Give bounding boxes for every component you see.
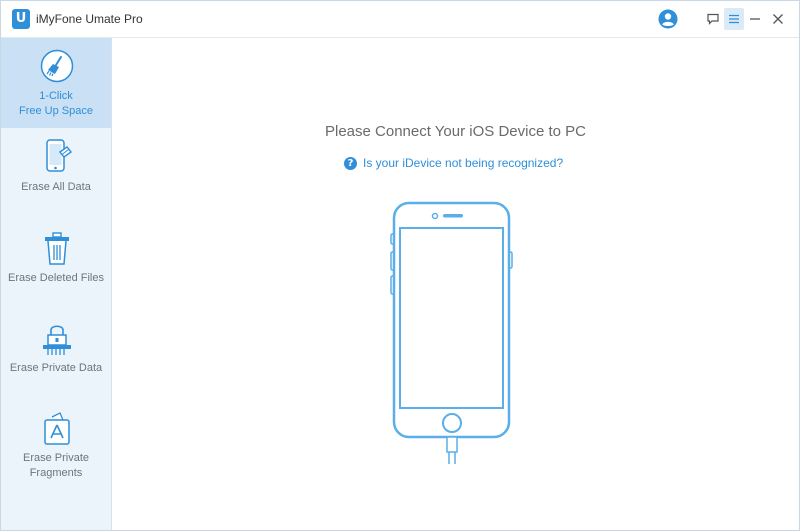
sidebar-item-label: Erase Deleted Files	[8, 272, 104, 284]
menu-button[interactable]	[724, 8, 744, 30]
hamburger-icon	[729, 14, 739, 24]
app-fragments-icon	[44, 412, 70, 445]
sidebar-item-label: Erase Private Data	[9, 362, 103, 374]
broom-icon	[40, 49, 74, 83]
feedback-button[interactable]	[704, 8, 722, 30]
page-title: Please Connect Your iOS Device to PC	[325, 123, 586, 140]
sidebar: 1-Click Free Up Space Erase All Data Era…	[1, 38, 112, 530]
trash-icon	[45, 232, 69, 265]
sidebar-item-label: Erase Private Fragments	[22, 452, 90, 479]
sidebar-item-erase-all-data[interactable]: Erase All Data	[1, 128, 111, 218]
sidebar-item-label: 1-Click Free Up Space	[19, 90, 93, 117]
question-icon: ?	[344, 156, 357, 170]
window-title: iMyFone Umate Pro	[36, 12, 143, 26]
sidebar-item-erase-private-fragments[interactable]: Erase Private Fragments	[1, 398, 111, 498]
sidebar-item-erase-deleted-files[interactable]: Erase Deleted Files	[1, 218, 111, 308]
help-link-label: Is your iDevice not being recognized?	[363, 156, 564, 170]
title-bar: U iMyFone Umate Pro	[1, 1, 799, 38]
minimize-icon	[750, 18, 760, 20]
iphone-illustration-icon	[390, 201, 513, 464]
sidebar-item-free-up-space[interactable]: 1-Click Free Up Space	[1, 38, 111, 128]
sidebar-item-erase-private-data[interactable]: Erase Private Data	[1, 308, 111, 398]
account-button[interactable]	[657, 8, 679, 30]
sidebar-item-label: Erase All Data	[21, 181, 91, 193]
chat-icon	[707, 13, 719, 25]
main-panel: Please Connect Your iOS Device to PC ? I…	[112, 38, 799, 530]
close-button[interactable]	[769, 8, 787, 30]
minimize-button[interactable]	[746, 8, 764, 30]
app-logo: U	[12, 9, 30, 29]
lock-shredder-icon	[43, 325, 71, 355]
phone-erase-icon	[46, 139, 73, 172]
user-icon	[658, 9, 678, 29]
app-window: U iMyFone Umate Pro 1-Click Free Up Spac…	[0, 0, 800, 531]
device-not-recognized-link[interactable]: ? Is your iDevice not being recognized?	[344, 154, 563, 172]
close-icon	[773, 14, 783, 24]
